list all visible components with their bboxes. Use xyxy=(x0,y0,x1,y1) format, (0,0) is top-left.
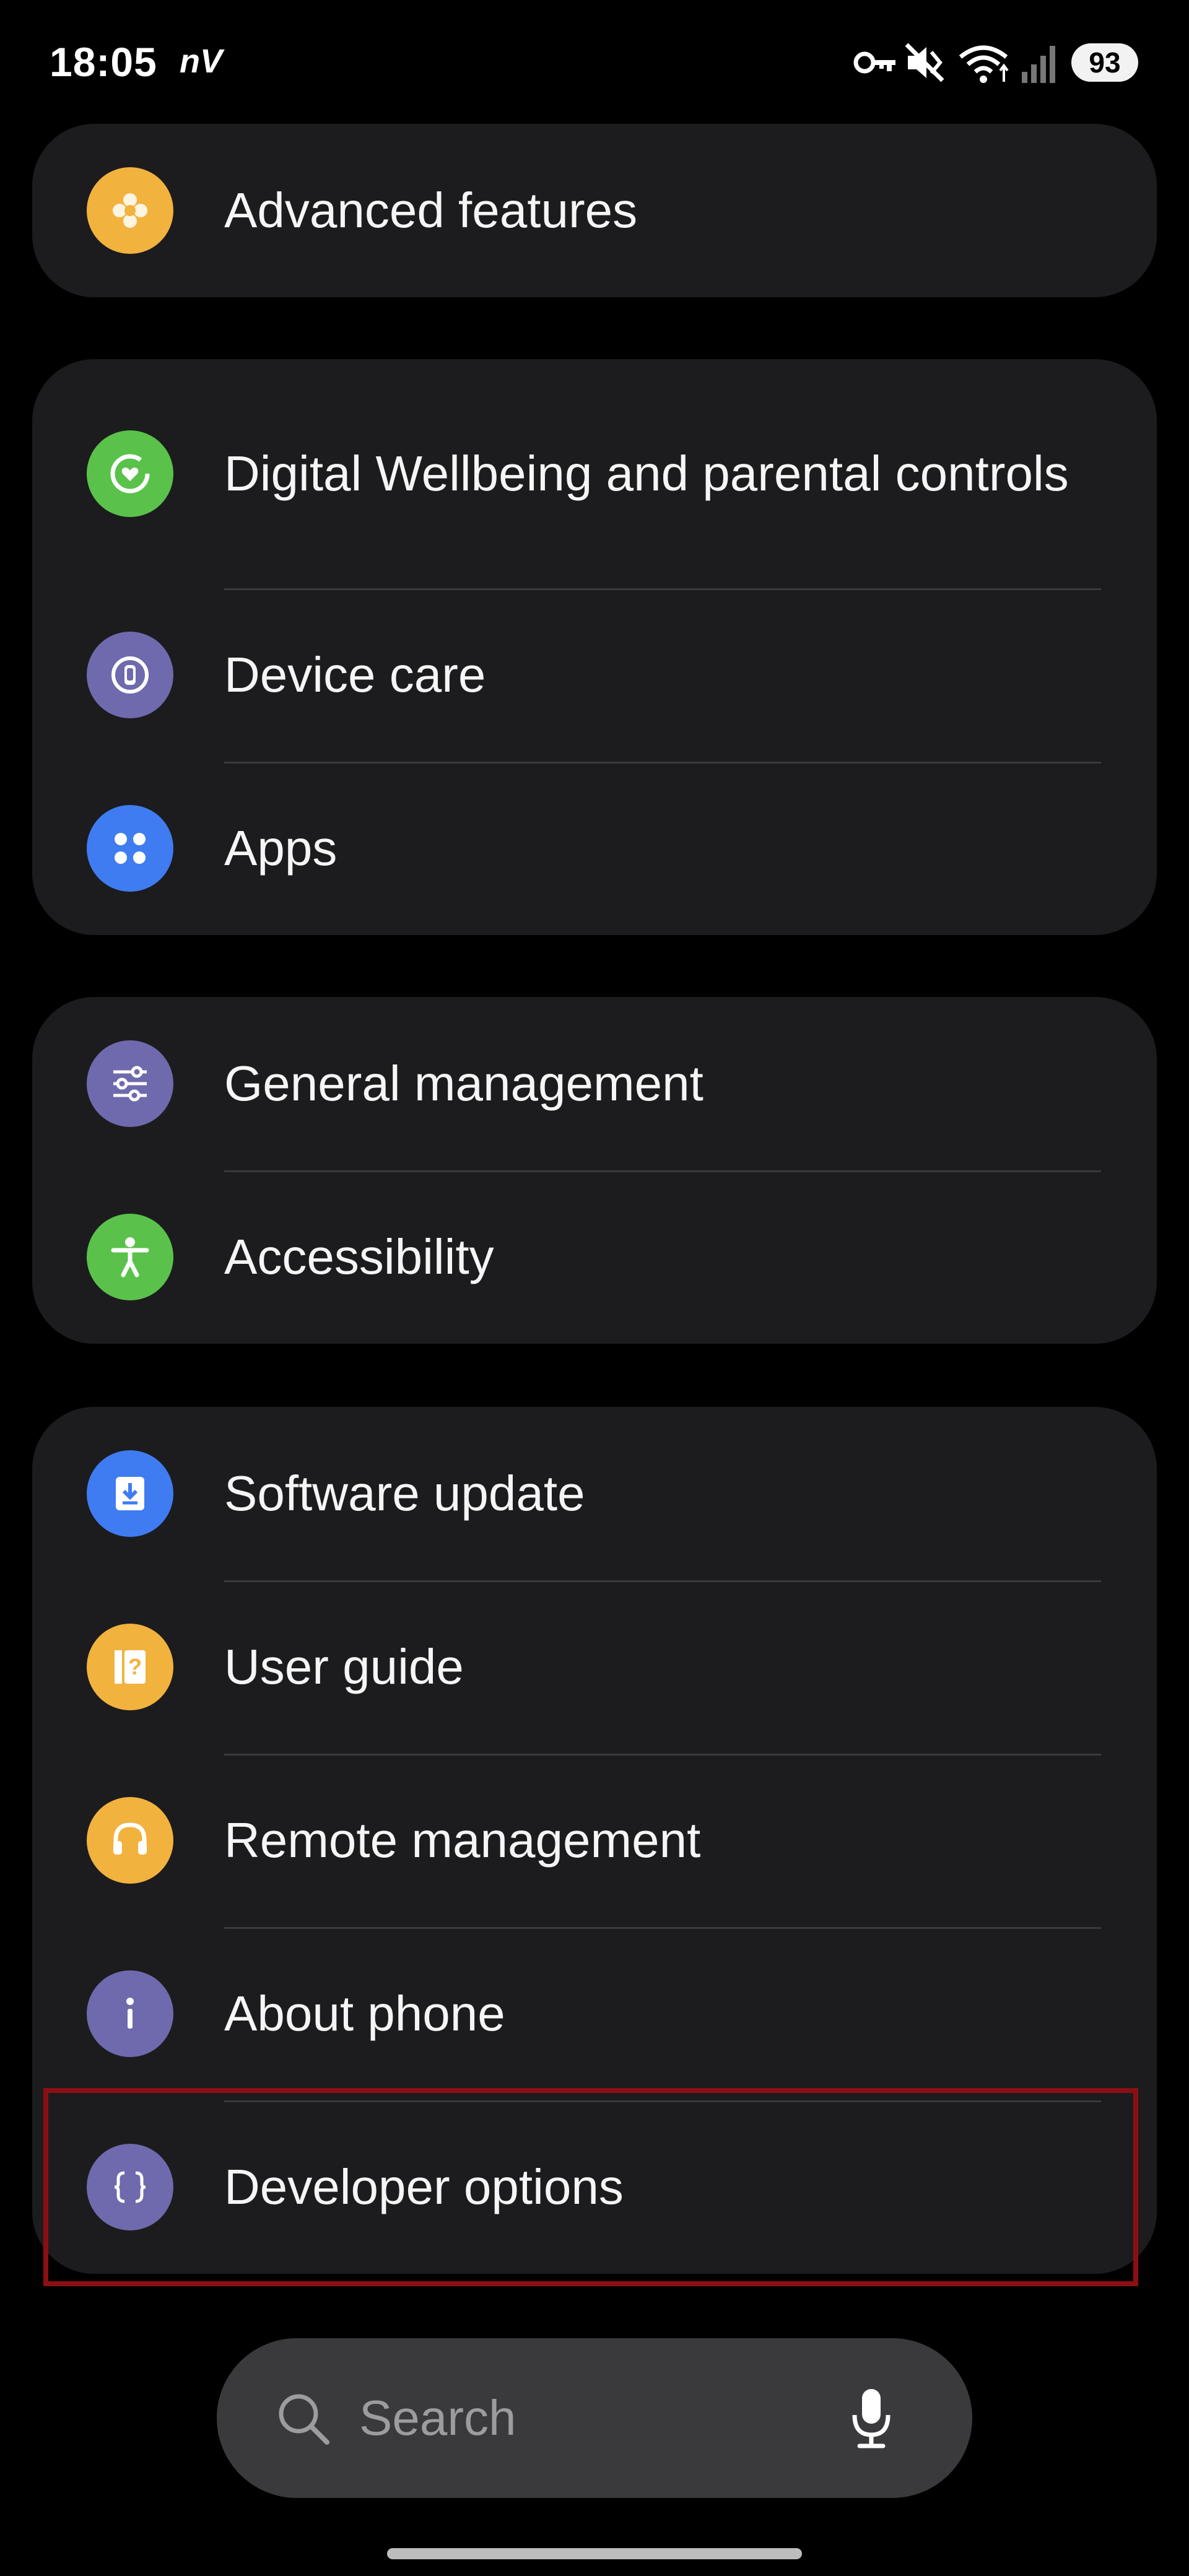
svg-text:?: ? xyxy=(128,1654,142,1679)
setting-general-management[interactable]: General management xyxy=(32,997,1157,1170)
setting-accessibility[interactable]: Accessibility xyxy=(32,1170,1157,1344)
carrier-icon: nV xyxy=(180,43,223,80)
setting-apps[interactable]: Apps xyxy=(32,762,1157,935)
setting-label: Digital Wellbeing and parental controls xyxy=(224,446,1069,501)
sliders-icon xyxy=(87,1040,173,1127)
setting-label: Software update xyxy=(224,1466,585,1521)
wifi-icon xyxy=(959,45,1009,83)
setting-digital-wellbeing[interactable]: Digital Wellbeing and parental controls xyxy=(32,359,1157,588)
search-input[interactable]: Search xyxy=(359,2338,516,2498)
download-icon xyxy=(87,1450,173,1537)
setting-software-update[interactable]: Software update xyxy=(32,1407,1157,1580)
setting-label: Remote management xyxy=(224,1812,701,1868)
setting-label: About phone xyxy=(224,1986,505,2041)
microphone-icon[interactable] xyxy=(850,2385,893,2451)
accessibility-icon xyxy=(87,1214,173,1300)
setting-remote-management[interactable]: Remote management xyxy=(32,1754,1157,1927)
user-guide-icon: ? xyxy=(87,1624,173,1710)
developer-options-highlight xyxy=(43,2088,1138,2286)
apps-icon xyxy=(87,805,173,892)
key-icon xyxy=(853,51,895,74)
settings-group-1: Advanced features xyxy=(32,124,1157,297)
advanced-features-icon xyxy=(87,167,173,254)
setting-device-care[interactable]: Device care xyxy=(32,588,1157,762)
setting-about-phone[interactable]: About phone xyxy=(32,1927,1157,2100)
setting-label: General management xyxy=(224,1056,703,1111)
setting-label: Advanced features xyxy=(224,183,638,238)
wellbeing-icon xyxy=(87,430,173,517)
settings-group-2: Digital Wellbeing and parental controls … xyxy=(32,359,1157,935)
device-care-icon xyxy=(87,632,173,718)
status-bar: 18:05 nV 93 xyxy=(0,0,1189,124)
setting-label: Apps xyxy=(224,820,338,876)
info-icon xyxy=(87,1970,173,2057)
mute-vibrate-icon xyxy=(905,43,944,82)
search-icon xyxy=(279,2394,329,2445)
settings-group-3: General management Accessibility xyxy=(32,997,1157,1344)
setting-user-guide[interactable]: ? User guide xyxy=(32,1580,1157,1754)
status-time: 18:05 xyxy=(50,39,157,85)
setting-label: User guide xyxy=(224,1639,464,1694)
signal-icon xyxy=(1022,46,1055,83)
setting-advanced-features[interactable]: Advanced features xyxy=(32,124,1157,297)
headset-icon xyxy=(87,1797,173,1884)
setting-label: Accessibility xyxy=(224,1229,494,1284)
home-indicator[interactable] xyxy=(387,2548,802,2559)
battery-icon: 93 xyxy=(1071,43,1138,82)
setting-label: Device care xyxy=(224,647,486,702)
search-bar[interactable]: Search xyxy=(217,2338,972,2498)
